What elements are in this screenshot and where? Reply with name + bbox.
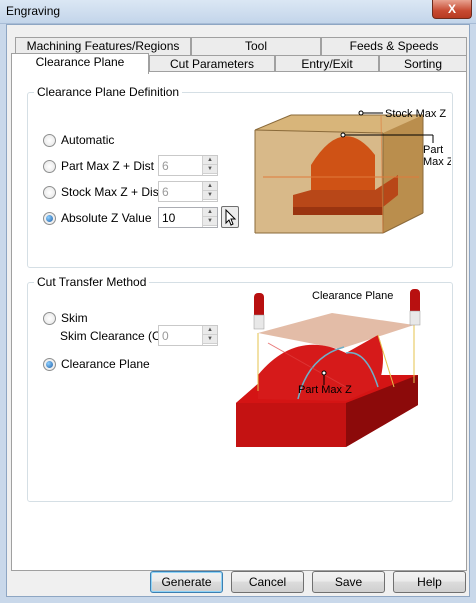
tab-label: Clearance Plane — [35, 55, 125, 69]
radio-icon — [43, 311, 56, 325]
clearance-plane-label: Clearance Plane — [312, 290, 393, 302]
spin-down-icon[interactable]: ▼ — [203, 165, 217, 174]
input-value: 10 — [162, 211, 176, 225]
spin-down-icon[interactable]: ▼ — [203, 191, 217, 200]
radio-icon — [43, 159, 56, 173]
dialog-client: Machining Features/Regions Tool Feeds & … — [6, 24, 470, 597]
tab-strip: Machining Features/Regions Tool Feeds & … — [11, 33, 467, 74]
radio-label: Absolute Z Value — [61, 211, 152, 225]
absolute-z-value-input[interactable]: 10 ▲ ▼ — [158, 207, 218, 228]
close-button[interactable]: X — [432, 0, 472, 19]
spin-down-icon[interactable]: ▼ — [203, 335, 217, 344]
window-title: Engraving — [6, 4, 61, 18]
tab-label: Sorting — [403, 57, 443, 71]
radio-skim[interactable]: Skim — [43, 309, 88, 327]
tab-label: Machining Features/Regions — [26, 39, 180, 53]
skim-clearance-label-row: Skim Clearance (C) — [60, 327, 165, 345]
tab-label: Tool — [244, 39, 267, 53]
cut-transfer-method-group: Cut Transfer Method Skim Skim Clearance … — [27, 275, 453, 502]
max-z-label: Max Z — [423, 156, 451, 168]
radio-icon — [43, 211, 56, 225]
radio-stock-max-z[interactable]: Stock Max Z + Dist — [43, 183, 162, 201]
clearance-plane-definition-group: Clearance Plane Definition Automatic Par… — [27, 85, 453, 268]
spin-up-icon[interactable]: ▲ — [203, 182, 217, 191]
tab-label: Entry/Exit — [301, 57, 353, 71]
stock-max-z-label: Stock Max Z — [385, 108, 446, 120]
stock-part-diagram: Stock Max Z Part Max Z — [254, 108, 451, 234]
spin-down-icon[interactable]: ▼ — [203, 217, 217, 226]
tab-panel-clearance-plane: Clearance Plane Definition Automatic Par… — [11, 71, 467, 571]
radio-label: Skim — [61, 311, 88, 325]
radio-label: Automatic — [61, 133, 115, 147]
tab-clearance-plane[interactable]: Clearance Plane — [11, 53, 149, 74]
input-value: 6 — [162, 185, 169, 199]
tab-feeds-speeds[interactable]: Feeds & Speeds — [321, 37, 467, 55]
stock-max-z-dist-input[interactable]: 6 ▲ ▼ — [158, 181, 218, 202]
clearance-plane-diagram: Clearance Plane Part Max Z — [236, 289, 421, 447]
spin-up-icon[interactable]: ▲ — [203, 326, 217, 335]
radio-label: Part Max Z + Dist — [61, 159, 155, 173]
radio-absolute-z[interactable]: Absolute Z Value — [43, 209, 152, 227]
tab-tool[interactable]: Tool — [191, 37, 321, 55]
radio-clearance-plane[interactable]: Clearance Plane — [43, 355, 150, 373]
radio-label: Clearance Plane — [61, 357, 150, 371]
radio-icon — [43, 185, 56, 199]
generate-button[interactable]: Generate — [150, 571, 223, 593]
save-button[interactable]: Save — [312, 571, 385, 593]
tab-label: Feeds & Speeds — [349, 39, 439, 53]
skim-clearance-input[interactable]: 0 ▲ ▼ — [158, 325, 218, 346]
tab-label: Cut Parameters — [169, 57, 255, 71]
skim-clearance-label: Skim Clearance (C) — [60, 329, 165, 343]
help-button[interactable]: Help — [393, 571, 466, 593]
radio-icon — [43, 357, 56, 371]
spin-up-icon[interactable]: ▲ — [203, 156, 217, 165]
radio-label: Stock Max Z + Dist — [61, 185, 163, 199]
input-value: 6 — [162, 159, 169, 173]
cancel-button[interactable]: Cancel — [231, 571, 304, 593]
group-title: Clearance Plane Definition — [34, 85, 183, 99]
title-bar: Engraving X — [0, 0, 476, 24]
radio-part-max-z[interactable]: Part Max Z + Dist — [43, 157, 154, 175]
group-title: Cut Transfer Method — [34, 275, 150, 289]
spin-up-icon[interactable]: ▲ — [203, 208, 217, 217]
radio-automatic[interactable]: Automatic — [43, 131, 114, 149]
close-icon: X — [447, 2, 456, 16]
input-value: 0 — [162, 329, 169, 343]
part-label: Part — [423, 144, 443, 156]
radio-icon — [43, 133, 56, 147]
part-max-z-label: Part Max Z — [298, 384, 352, 396]
part-max-z-dist-input[interactable]: 6 ▲ ▼ — [158, 155, 218, 176]
